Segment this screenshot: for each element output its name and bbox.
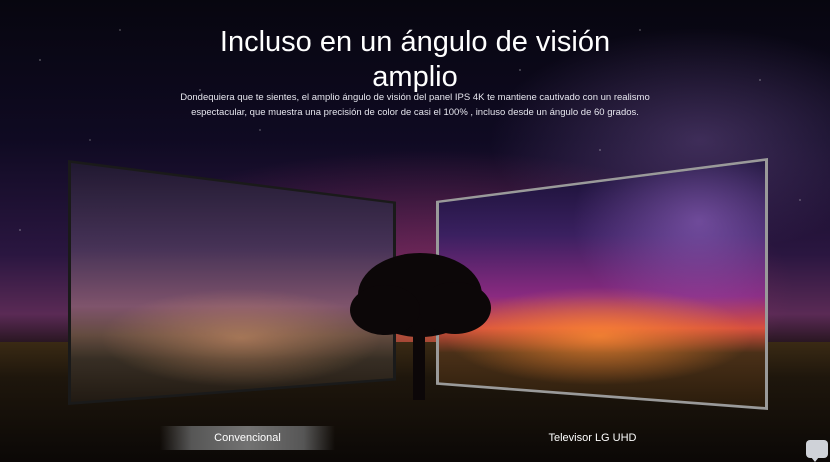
chat-bubble-icon[interactable] (806, 440, 828, 462)
conventional-label: Convencional (160, 426, 335, 450)
hero-banner: Incluso en un ángulo de visión amplio Do… (0, 0, 830, 462)
lg-uhd-label: Televisor LG UHD (548, 432, 637, 444)
hero-description: Dondequiera que te sientes, el amplio án… (180, 91, 650, 118)
page-title-line-1: Incluso en un ángulo de visión (219, 26, 611, 59)
page-title: Incluso en un ángulo de visión amplio (0, 25, 830, 95)
tree-silhouette (350, 253, 491, 400)
